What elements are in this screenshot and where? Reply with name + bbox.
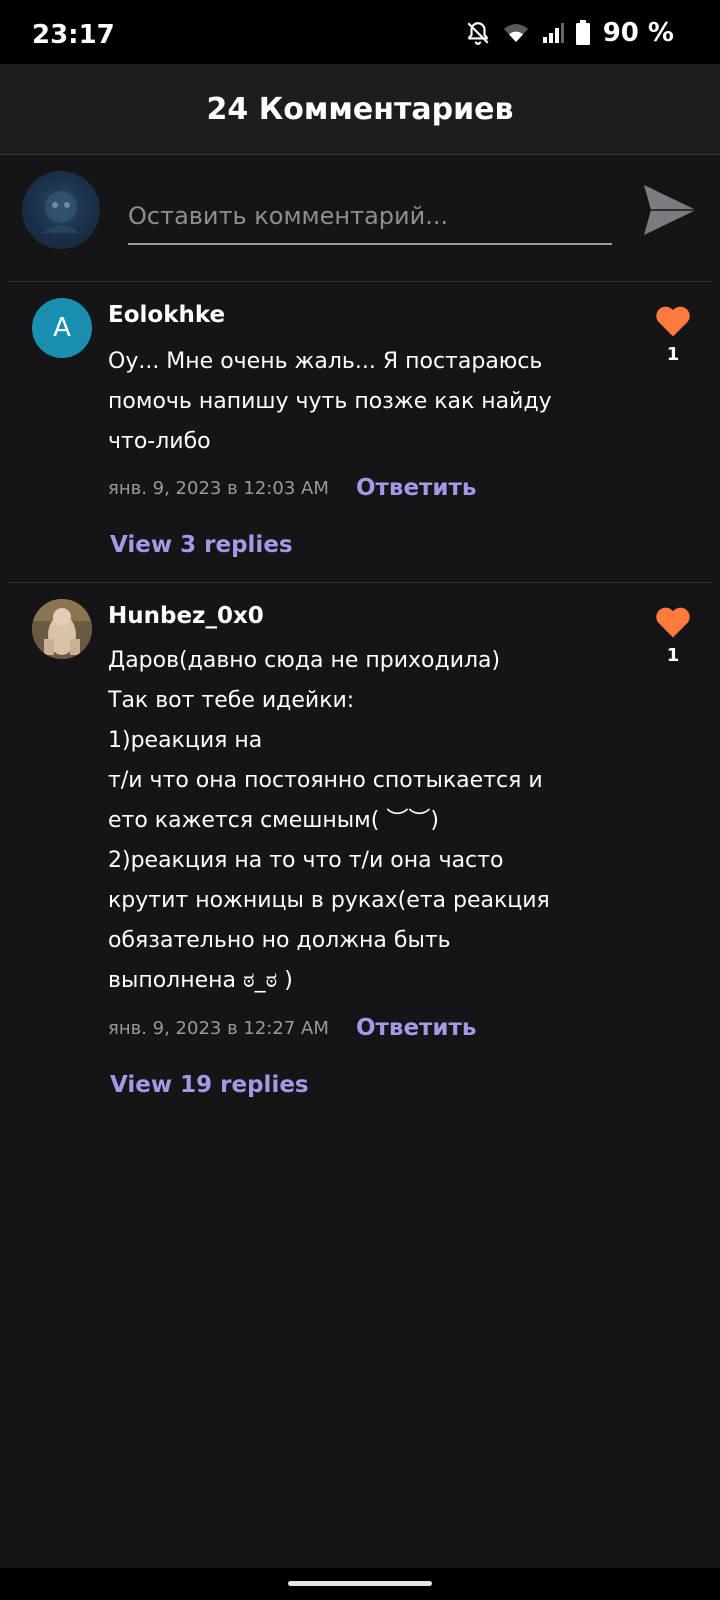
comment-line: Так вот тебе идейки: <box>108 688 355 713</box>
wifi-icon <box>503 24 528 42</box>
status-bar: 23:17 90 % <box>0 0 720 64</box>
comments-header: 24 Комментариев <box>0 64 720 155</box>
current-user-avatar <box>22 171 100 249</box>
navigation-bar <box>0 1568 720 1600</box>
comment-date: янв. 9, 2023 в 12:03 AM <box>108 478 329 499</box>
comment-composer <box>0 155 720 280</box>
view-replies-link[interactable]: View 19 replies <box>110 1072 309 1098</box>
like-count: 1 <box>666 344 680 365</box>
comment-line: обязательно но должна быть <box>108 928 451 953</box>
comment-line: крутит ножницы в руках(ета реакция <box>108 888 550 913</box>
comment-line: т/и что она постоянно спотыкается и <box>108 768 543 793</box>
comment-line: помочь напишу чуть позже как найду <box>108 389 552 414</box>
reply-button[interactable]: Ответить <box>356 475 476 501</box>
comment-date: янв. 9, 2023 в 12:27 AM <box>108 1018 329 1039</box>
reply-button[interactable]: Ответить <box>356 1015 476 1041</box>
divider <box>8 582 712 583</box>
author-avatar[interactable] <box>32 599 92 659</box>
status-icons: 90 % <box>465 18 674 48</box>
avatar-letter: A <box>53 313 71 343</box>
comment-line: Даров(давно сюда не приходила) <box>108 648 501 673</box>
comment-text: Оу... Мне очень жаль... Я постараюсь пом… <box>108 342 588 462</box>
status-time: 23:17 <box>32 20 115 50</box>
heart-icon[interactable] <box>654 304 692 338</box>
send-icon <box>644 185 696 235</box>
home-gesture-handle[interactable] <box>288 1581 432 1586</box>
comment-line: Оу... Мне очень жаль... Я постараюсь <box>108 349 543 374</box>
send-button[interactable] <box>640 181 698 239</box>
comment-input[interactable] <box>128 189 612 245</box>
author-avatar[interactable]: A <box>32 298 92 358</box>
signal-icon <box>542 23 564 43</box>
notifications-off-icon <box>467 22 489 45</box>
battery-icon <box>575 20 590 45</box>
page-title: 24 Комментариев <box>206 91 514 127</box>
comment-text: Даров(давно сюда не приходила) Так вот т… <box>108 641 588 1001</box>
divider <box>8 281 712 282</box>
like-count: 1 <box>666 645 680 666</box>
comment-line: ето кажется смешным( ︶︶) <box>108 808 439 833</box>
comment-author[interactable]: Hunbez_0x0 <box>108 603 264 629</box>
comment-author[interactable]: Eolokhke <box>108 302 225 328</box>
comment-line: 1)реакция на <box>108 728 263 753</box>
heart-icon[interactable] <box>654 605 692 639</box>
comment-line: 2)реакция на то что т/и она часто <box>108 848 504 873</box>
view-replies-link[interactable]: View 3 replies <box>110 532 293 558</box>
battery-percentage: 90 % <box>602 18 674 48</box>
comment-line: что-либо <box>108 429 211 454</box>
comment-line: выполнена ಠ_ಠ ) <box>108 968 293 993</box>
